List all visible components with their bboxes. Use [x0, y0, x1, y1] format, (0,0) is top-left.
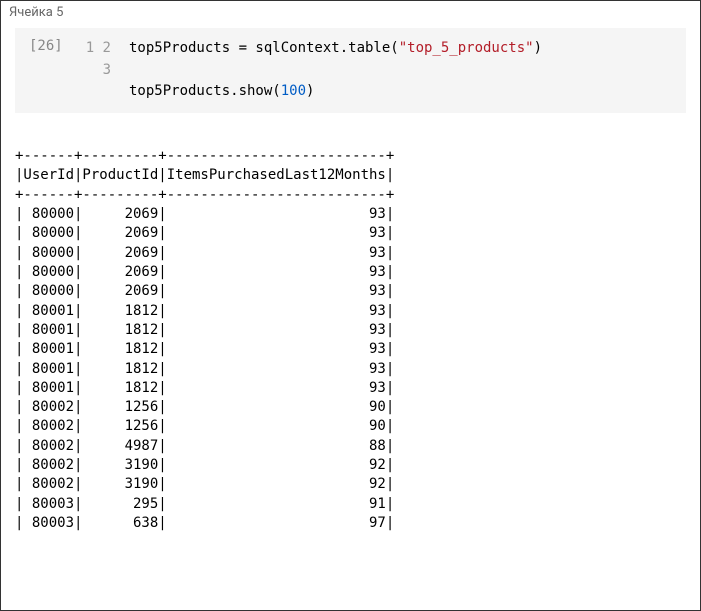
code-cell[interactable]: [26] 1 2 3 top5Products = sqlContext.tab… [15, 28, 686, 113]
code-content[interactable]: top5Products = sqlContext.table("top_5_p… [129, 38, 542, 103]
cell-output: +------+---------+----------------------… [1, 113, 700, 533]
execution-count: [26] [15, 38, 85, 103]
cell-label: Ячейка 5 [1, 1, 700, 28]
line-gutter: 1 2 3 [85, 38, 129, 103]
